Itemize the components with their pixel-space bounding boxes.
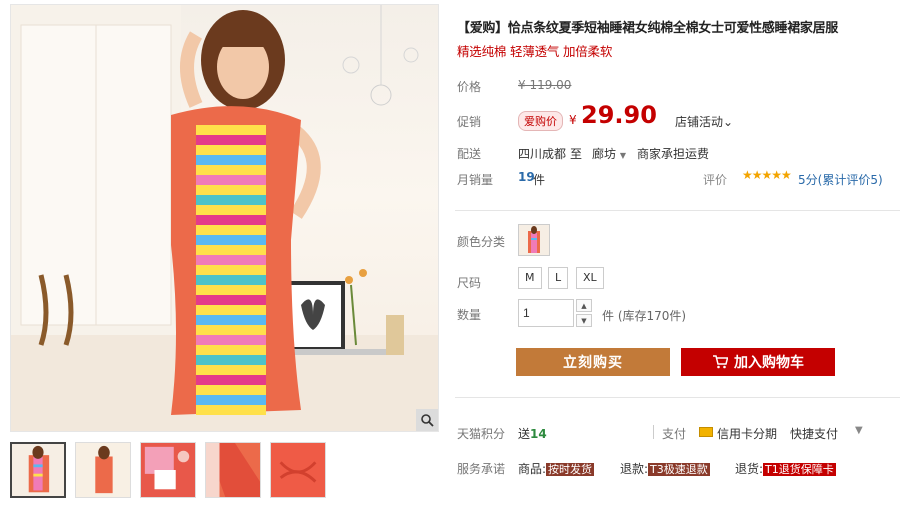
monthly-sales-label: 月销量 bbox=[457, 173, 494, 187]
shopping-cart-icon bbox=[713, 355, 728, 369]
service-return: 退货: T1退货保障卡 bbox=[735, 460, 836, 477]
magnifier-icon bbox=[421, 414, 434, 427]
size-option-m[interactable]: M bbox=[518, 267, 542, 289]
points-value: 14 bbox=[530, 427, 547, 441]
service-return-prefix: 退货: bbox=[735, 462, 764, 476]
points-prefix: 送 bbox=[518, 427, 531, 441]
monthly-sales-unit: 件 bbox=[533, 173, 546, 187]
thumbnail-1[interactable] bbox=[10, 442, 66, 498]
service-refund-prefix: 退款: bbox=[620, 462, 649, 476]
caret-up-icon: ▲ bbox=[581, 301, 587, 310]
color-swatch[interactable] bbox=[518, 224, 550, 256]
size-option-label: 尺码 bbox=[457, 276, 482, 290]
quantity-input[interactable] bbox=[518, 299, 574, 327]
promotion-label: 促销 bbox=[457, 115, 482, 129]
shipping-label: 配送 bbox=[457, 147, 482, 161]
quantity-label: 数量 bbox=[457, 308, 482, 322]
ship-to-word: 至 bbox=[570, 147, 583, 161]
promo-price: 29.90 bbox=[581, 101, 657, 129]
divider bbox=[455, 210, 900, 211]
product-info-panel: 【爱购】恰点条纹夏季短袖睡裙女纯棉全棉女士可爱性感睡裙家居服 精选纯棉 轻薄透气… bbox=[455, 0, 900, 505]
thumbnail-4[interactable] bbox=[205, 442, 261, 498]
points-label: 天猫积分 bbox=[457, 427, 506, 441]
points-text: 送14 bbox=[518, 425, 547, 442]
rating-stars-icon: ★★★★★ bbox=[742, 168, 792, 182]
service-refund-tag[interactable]: T3极速退款 bbox=[648, 463, 710, 476]
divider bbox=[653, 425, 654, 439]
payment-label: 支付 bbox=[662, 427, 687, 441]
divider bbox=[455, 397, 900, 398]
color-swatch-image bbox=[519, 225, 549, 255]
promo-currency: ¥ bbox=[569, 113, 577, 127]
payment-expand-icon[interactable]: ▼ bbox=[855, 425, 863, 436]
service-refund: 退款: T3极速退款 bbox=[620, 460, 710, 477]
size-option-xl[interactable]: XL bbox=[576, 267, 604, 289]
service-label: 服务承诺 bbox=[457, 462, 506, 476]
credit-installment[interactable]: 信用卡分期 bbox=[717, 425, 777, 442]
price-label: 价格 bbox=[457, 80, 482, 94]
promo-badge: 爱购价 bbox=[518, 111, 563, 131]
chevron-down-icon: ⌄ bbox=[723, 115, 734, 129]
quantity-decrease-button[interactable]: ▼ bbox=[576, 314, 592, 327]
thumbnail-5[interactable] bbox=[270, 442, 326, 498]
add-to-cart-label: 加入购物车 bbox=[734, 355, 804, 371]
buy-now-label: 立刻购买 bbox=[563, 355, 623, 371]
service-goods: 商品: 按时发货 bbox=[518, 460, 595, 477]
product-subtitle: 精选纯棉 轻薄透气 加倍柔软 bbox=[457, 44, 613, 59]
color-option-label: 颜色分类 bbox=[457, 235, 506, 249]
service-goods-tag[interactable]: 按时发货 bbox=[546, 463, 595, 476]
thumbnail-2[interactable] bbox=[75, 442, 131, 498]
buy-now-button[interactable]: 立刻购买 bbox=[516, 348, 670, 376]
store-activity-dropdown[interactable]: 店铺活动⌄ bbox=[675, 113, 733, 130]
ship-destination-dropdown[interactable]: 廊坊 ▼ bbox=[592, 145, 626, 162]
stock-text: 件 (库存170件) bbox=[602, 309, 687, 323]
original-price: ¥ 119.00 bbox=[518, 78, 572, 92]
service-return-tag[interactable]: T1退货保障卡 bbox=[763, 463, 836, 476]
main-product-image[interactable] bbox=[10, 4, 439, 432]
caret-down-icon: ▼ bbox=[581, 316, 587, 325]
rating-label: 评价 bbox=[703, 173, 728, 187]
shipping-fee: 商家承担运费 bbox=[637, 147, 710, 161]
product-photo-illustration bbox=[11, 5, 438, 431]
store-activity-label: 店铺活动 bbox=[675, 115, 724, 129]
quantity-increase-button[interactable]: ▲ bbox=[576, 299, 592, 312]
quick-pay[interactable]: 快捷支付 bbox=[790, 425, 838, 442]
ship-from: 四川成都 bbox=[518, 147, 567, 161]
caret-down-icon: ▼ bbox=[619, 151, 626, 160]
product-gallery bbox=[10, 4, 440, 504]
service-goods-prefix: 商品: bbox=[518, 462, 547, 476]
credit-card-icon bbox=[699, 427, 713, 437]
ship-destination-label: 廊坊 bbox=[592, 147, 617, 161]
thumbnail-strip bbox=[10, 442, 326, 498]
thumbnail-3[interactable] bbox=[140, 442, 196, 498]
product-title: 【爱购】恰点条纹夏季短袖睡裙女纯棉全棉女士可爱性感睡裙家居服 bbox=[457, 21, 839, 36]
zoom-button[interactable] bbox=[416, 409, 438, 431]
add-to-cart-button[interactable]: 加入购物车 bbox=[681, 348, 835, 376]
size-option-l[interactable]: L bbox=[548, 267, 569, 289]
rating-link[interactable]: 5分(累计评价5) bbox=[798, 171, 883, 188]
